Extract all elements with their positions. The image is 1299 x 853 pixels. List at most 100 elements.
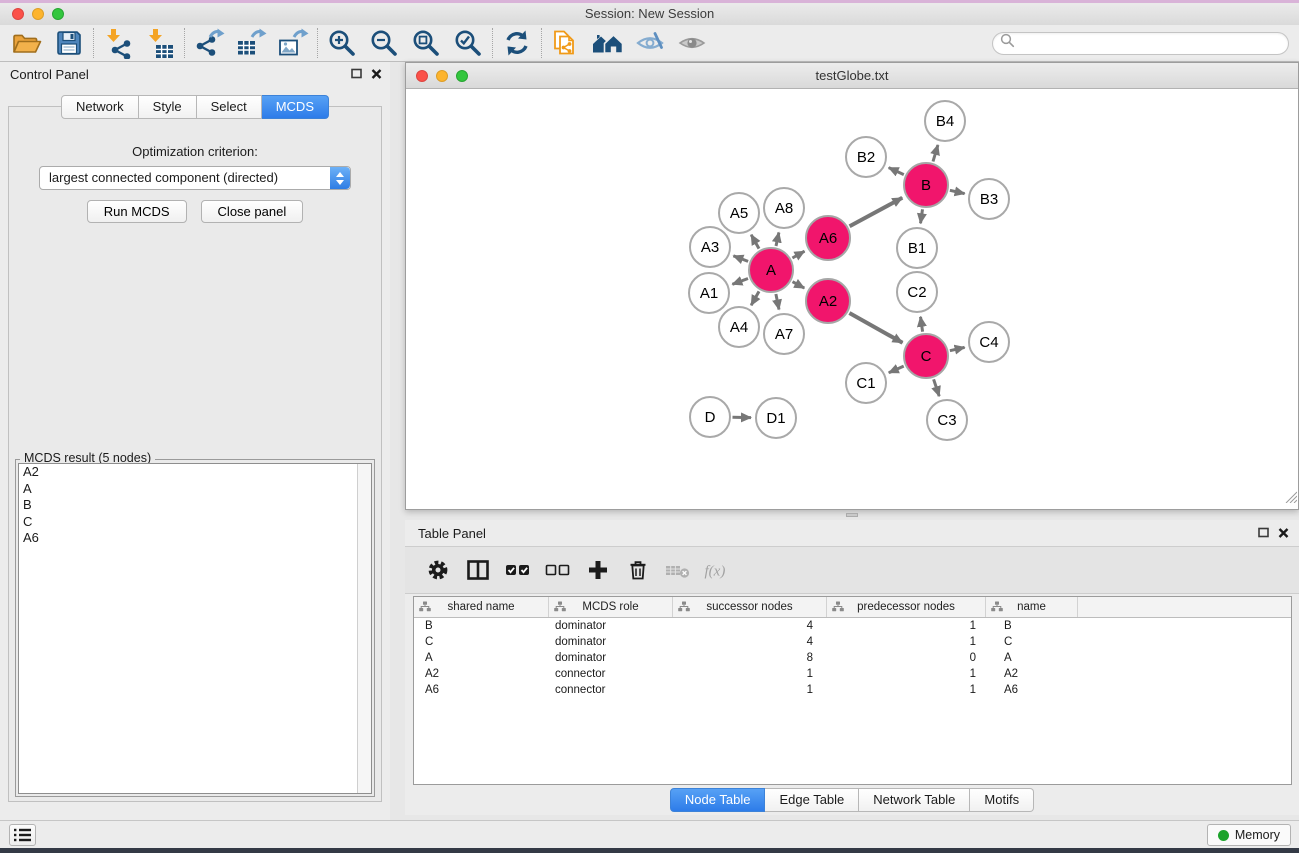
node-A7[interactable]: A7 (763, 313, 805, 355)
column-header-successor-nodes[interactable]: successor nodes (673, 597, 827, 617)
table-row[interactable]: A2connector11A2 (414, 666, 1291, 682)
node-C[interactable]: C (903, 333, 949, 379)
tab-mcds[interactable]: MCDS (262, 95, 329, 119)
table-cell[interactable]: 0 (827, 652, 986, 664)
deselect-all-icon[interactable] (543, 555, 573, 585)
table-cell[interactable]: A (414, 652, 549, 664)
table-cell[interactable]: 1 (673, 684, 827, 696)
refresh-icon[interactable] (496, 26, 538, 60)
node-A2[interactable]: A2 (805, 278, 851, 324)
node-A3[interactable]: A3 (689, 226, 731, 268)
column-header-shared-name[interactable]: shared name (414, 597, 549, 617)
edge-C-C2[interactable] (921, 317, 923, 332)
node-B[interactable]: B (903, 162, 949, 208)
node-C3[interactable]: C3 (926, 399, 968, 441)
import-table-icon[interactable] (139, 26, 181, 60)
show-all-icon[interactable] (671, 26, 713, 60)
column-header-name[interactable]: name (986, 597, 1078, 617)
table-cell[interactable]: dominator (549, 620, 673, 632)
tab-network-table[interactable]: Network Table (859, 788, 970, 812)
edge-B-B3[interactable] (950, 190, 965, 193)
import-network-icon[interactable] (97, 26, 139, 60)
table-row[interactable]: Adominator80A (414, 650, 1291, 666)
criterion-select[interactable]: largest connected component (directed) (39, 166, 351, 190)
edge-B-B1[interactable] (921, 209, 923, 223)
table-cell[interactable]: connector (549, 684, 673, 696)
edge-A-A5[interactable] (751, 235, 759, 249)
table-cell[interactable]: A6 (986, 684, 1078, 696)
table-cell[interactable]: B (986, 620, 1078, 632)
table-cell[interactable]: 4 (673, 620, 827, 632)
table-cell[interactable]: A2 (414, 668, 549, 680)
node-A4[interactable]: A4 (718, 306, 760, 348)
column-header-predecessor-nodes[interactable]: predecessor nodes (827, 597, 986, 617)
result-list-item[interactable]: A (19, 481, 371, 498)
table-row[interactable]: A6connector11A6 (414, 682, 1291, 698)
hide-selected-icon[interactable] (629, 26, 671, 60)
table-cell[interactable]: connector (549, 668, 673, 680)
save-session-icon[interactable] (48, 26, 90, 60)
node-B3[interactable]: B3 (968, 178, 1010, 220)
edge-A-A3[interactable] (733, 256, 748, 262)
split-pane-handle[interactable] (846, 513, 858, 517)
node-D1[interactable]: D1 (755, 397, 797, 439)
edge-C-C1[interactable] (889, 366, 904, 373)
zoom-out-icon[interactable] (363, 26, 405, 60)
result-list-item[interactable]: B (19, 497, 371, 514)
tab-network[interactable]: Network (61, 95, 139, 119)
add-column-icon[interactable] (583, 555, 613, 585)
task-history-button[interactable] (9, 824, 36, 846)
result-list-item[interactable]: C (19, 514, 371, 531)
edge-A-A2[interactable] (793, 282, 805, 288)
table-cell[interactable]: 1 (827, 636, 986, 648)
export-network-icon[interactable] (188, 26, 230, 60)
search-field[interactable] (992, 32, 1289, 55)
export-table-icon[interactable] (230, 26, 272, 60)
zoom-selected-icon[interactable] (447, 26, 489, 60)
list-scrollbar[interactable] (357, 464, 371, 793)
memory-button[interactable]: Memory (1207, 824, 1291, 846)
network-file-icon[interactable] (545, 26, 587, 60)
table-cell[interactable]: 8 (673, 652, 827, 664)
export-image-icon[interactable] (272, 26, 314, 60)
node-C1[interactable]: C1 (845, 362, 887, 404)
resize-grip-icon[interactable] (1283, 489, 1297, 508)
table-cell[interactable]: 1 (827, 668, 986, 680)
node-A[interactable]: A (748, 247, 794, 293)
edge-B-B4[interactable] (933, 145, 938, 162)
edge-A-A4[interactable] (751, 291, 759, 305)
tab-style[interactable]: Style (139, 95, 197, 119)
result-list-item[interactable]: A2 (19, 464, 371, 481)
edge-C-C4[interactable] (950, 347, 965, 350)
node-B2[interactable]: B2 (845, 136, 887, 178)
edge-A-A6[interactable] (792, 251, 804, 258)
table-cell[interactable]: A (986, 652, 1078, 664)
table-cell[interactable]: 1 (673, 668, 827, 680)
close-panel-button[interactable]: Close panel (201, 200, 304, 223)
table-cell[interactable]: B (414, 620, 549, 632)
table-cell[interactable]: A6 (414, 684, 549, 696)
tab-motifs[interactable]: Motifs (970, 788, 1034, 812)
table-row[interactable]: Bdominator41B (414, 618, 1291, 634)
edge-A2-C[interactable] (849, 313, 902, 343)
table-cell[interactable]: 1 (827, 620, 986, 632)
home-icon[interactable] (587, 26, 629, 60)
edge-A6-B[interactable] (850, 198, 903, 227)
table-cell[interactable]: C (414, 636, 549, 648)
node-B1[interactable]: B1 (896, 227, 938, 269)
edge-A-A1[interactable] (732, 279, 748, 285)
network-canvas[interactable]: B4B2BB3A8A5A6A3B1AA1C2A2A4A7C4CC1C3DD1 (406, 90, 1298, 509)
search-input[interactable] (1015, 36, 1288, 51)
edge-B-B2[interactable] (889, 168, 904, 175)
close-panel-icon[interactable] (371, 68, 382, 79)
node-A6[interactable]: A6 (805, 215, 851, 261)
node-C4[interactable]: C4 (968, 321, 1010, 363)
edge-C-C3[interactable] (934, 379, 940, 396)
tab-select[interactable]: Select (197, 95, 262, 119)
result-list-item[interactable]: A6 (19, 530, 371, 547)
run-mcds-button[interactable]: Run MCDS (87, 200, 187, 223)
table-cell[interactable]: dominator (549, 636, 673, 648)
table-cell[interactable]: dominator (549, 652, 673, 664)
table-cell[interactable]: 1 (827, 684, 986, 696)
table-cell[interactable]: C (986, 636, 1078, 648)
